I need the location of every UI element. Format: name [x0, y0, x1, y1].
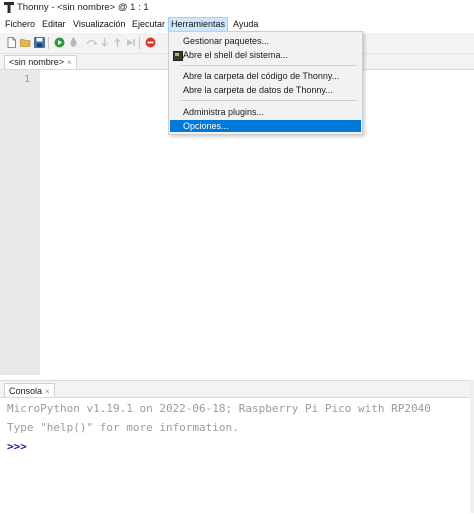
shell-tab[interactable]: Consola × — [4, 383, 55, 398]
step-over-icon[interactable] — [86, 37, 97, 48]
menu-item-opciones[interactable]: Opciones... — [170, 120, 361, 132]
menu-ayuda[interactable]: Ayuda — [231, 18, 260, 31]
shell-scrollbar[interactable] — [470, 380, 474, 513]
menu-fichero[interactable]: Fichero — [3, 18, 37, 31]
shell-prompt: >>> — [7, 440, 27, 453]
debug-icon[interactable] — [68, 37, 79, 48]
line-number-gutter: 1 — [0, 70, 40, 375]
shell-output-line: Type "help()" for more information. — [7, 421, 239, 434]
menu-editar[interactable]: Editar — [40, 18, 68, 31]
close-icon[interactable]: × — [45, 387, 50, 396]
toolbar-separator — [48, 37, 49, 49]
shell-tab-bar: Consola × — [0, 380, 474, 398]
title-bar: Thonny - <sin nombre> @ 1 : 1 — [0, 0, 474, 16]
menu-item-administra-plugins[interactable]: Administra plugins... — [170, 106, 361, 118]
new-file-icon[interactable] — [6, 37, 17, 48]
menu-item-carpeta-datos[interactable]: Abre la carpeta de datos de Thonny... — [170, 84, 361, 96]
menu-item-gestionar-paquetes[interactable]: Gestionar paquetes... — [170, 35, 361, 47]
close-icon[interactable]: × — [67, 58, 72, 67]
save-icon[interactable] — [34, 37, 45, 48]
menu-separator — [181, 65, 357, 66]
terminal-icon — [173, 51, 183, 61]
window-title: Thonny - <sin nombre> @ 1 : 1 — [17, 2, 149, 13]
menu-bar: Fichero Editar Visualización Ejecutar He… — [0, 16, 474, 32]
step-into-icon[interactable] — [99, 37, 110, 48]
step-out-icon[interactable] — [112, 37, 123, 48]
shell-tab-label: Consola — [9, 386, 43, 396]
editor-tab[interactable]: <sin nombre> × — [4, 55, 77, 69]
menu-item-carpeta-codigo[interactable]: Abre la carpeta del código de Thonny... — [170, 70, 361, 82]
editor-tab-label: <sin nombre> — [9, 57, 65, 67]
menu-herramientas[interactable]: Herramientas — [168, 17, 229, 32]
line-number: 1 — [24, 74, 31, 85]
shell-console[interactable]: MicroPython v1.19.1 on 2022-06-18; Raspb… — [0, 397, 474, 514]
menu-separator — [181, 100, 357, 101]
stop-icon[interactable] — [145, 37, 156, 48]
menu-item-abre-shell-sistema[interactable]: Abre el shell del sistema... — [170, 49, 361, 61]
menu-visualizacion[interactable]: Visualización — [71, 18, 127, 31]
open-folder-icon[interactable] — [20, 37, 31, 48]
menu-ejecutar[interactable]: Ejecutar — [130, 18, 167, 31]
tools-menu-dropdown: Gestionar paquetes... Abre el shell del … — [168, 31, 363, 135]
toolbar-separator — [139, 37, 140, 49]
shell-output-line: MicroPython v1.19.1 on 2022-06-18; Raspb… — [7, 402, 431, 415]
run-icon[interactable] — [54, 37, 65, 48]
thonny-app-icon — [4, 2, 14, 13]
resume-icon[interactable] — [125, 37, 136, 48]
